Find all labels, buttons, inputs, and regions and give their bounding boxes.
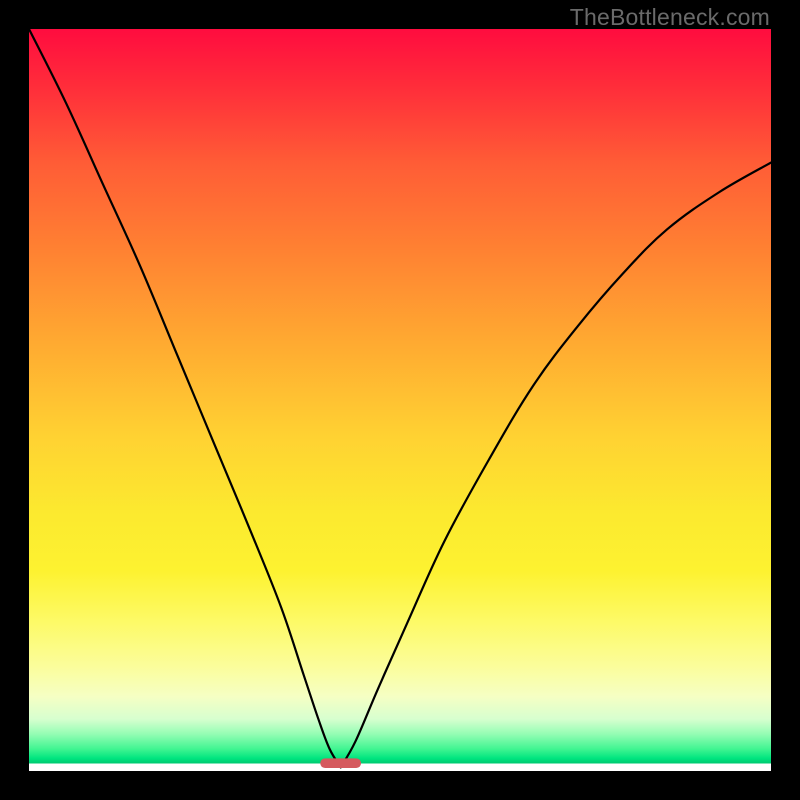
curve-right-branch (341, 163, 771, 768)
plot-area (29, 29, 771, 771)
watermark-text: TheBottleneck.com (570, 4, 770, 31)
trough-marker (320, 758, 361, 768)
curve-svg (29, 29, 771, 771)
curve-left-branch (29, 29, 341, 767)
chart-frame: TheBottleneck.com (0, 0, 800, 800)
